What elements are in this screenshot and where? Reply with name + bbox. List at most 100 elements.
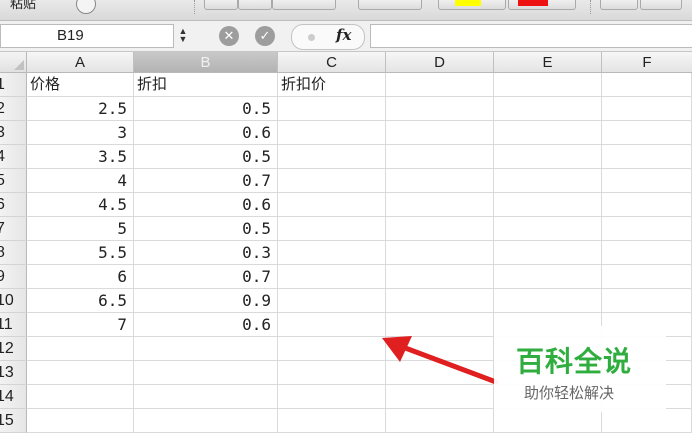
cell-a12[interactable] — [27, 337, 134, 361]
cell-a3[interactable]: 3 — [27, 121, 134, 145]
cell-a14[interactable] — [27, 385, 134, 409]
row-header[interactable]: 13 — [0, 361, 27, 385]
cell-e8[interactable] — [494, 241, 602, 265]
cell-d1[interactable] — [386, 73, 494, 97]
cell-b8[interactable]: 0.3 — [134, 241, 278, 265]
cell-c10[interactable] — [278, 289, 386, 313]
cell-b2[interactable]: 0.5 — [134, 97, 278, 121]
cell-c9[interactable] — [278, 265, 386, 289]
cell-a11[interactable]: 7 — [27, 313, 134, 337]
cell-b14[interactable] — [134, 385, 278, 409]
cell-c1[interactable]: 折扣价 — [278, 73, 386, 97]
cell-f8[interactable] — [602, 241, 692, 265]
cell-d3[interactable] — [386, 121, 494, 145]
cell-b12[interactable] — [134, 337, 278, 361]
cell-a7[interactable]: 5 — [27, 217, 134, 241]
cell-a2[interactable]: 2.5 — [27, 97, 134, 121]
cell-e6[interactable] — [494, 193, 602, 217]
cell-c14[interactable] — [278, 385, 386, 409]
select-all-corner[interactable] — [0, 52, 27, 73]
row-header[interactable]: 9 — [0, 265, 27, 289]
row-header[interactable]: 3 — [0, 121, 27, 145]
cell-b6[interactable]: 0.6 — [134, 193, 278, 217]
cell-f2[interactable] — [602, 97, 692, 121]
cell-c3[interactable] — [278, 121, 386, 145]
row-header[interactable]: 10 — [0, 289, 27, 313]
cell-b11[interactable]: 0.6 — [134, 313, 278, 337]
cell-a5[interactable]: 4 — [27, 169, 134, 193]
column-header-c[interactable]: C — [278, 52, 386, 73]
cell-e5[interactable] — [494, 169, 602, 193]
cell-b4[interactable]: 0.5 — [134, 145, 278, 169]
cell-b1[interactable]: 折扣 — [134, 73, 278, 97]
cell-e10[interactable] — [494, 289, 602, 313]
cell-d4[interactable] — [386, 145, 494, 169]
row-header[interactable]: 12 — [0, 337, 27, 361]
cell-c2[interactable] — [278, 97, 386, 121]
cell-f15[interactable] — [602, 409, 692, 433]
stepper-icon[interactable]: ▲ ▼ — [178, 27, 188, 45]
cell-d9[interactable] — [386, 265, 494, 289]
cell-a1[interactable]: 价格 — [27, 73, 134, 97]
underline-button[interactable] — [272, 0, 336, 10]
cell-f6[interactable] — [602, 193, 692, 217]
row-header[interactable]: 4 — [0, 145, 27, 169]
cell-a13[interactable] — [27, 361, 134, 385]
cell-f3[interactable] — [602, 121, 692, 145]
cell-c4[interactable] — [278, 145, 386, 169]
checkmark-icon[interactable]: ✓ — [255, 26, 275, 46]
cell-d10[interactable] — [386, 289, 494, 313]
row-header[interactable]: 7 — [0, 217, 27, 241]
cell-f4[interactable] — [602, 145, 692, 169]
column-header-d[interactable]: D — [386, 52, 494, 73]
cell-b5[interactable]: 0.7 — [134, 169, 278, 193]
row-header[interactable]: 6 — [0, 193, 27, 217]
cell-a9[interactable]: 6 — [27, 265, 134, 289]
border-button[interactable] — [358, 0, 422, 10]
cell-c11[interactable] — [278, 313, 386, 337]
cell-f9[interactable] — [602, 265, 692, 289]
row-header[interactable]: 15 — [0, 409, 27, 433]
column-header-a[interactable]: A — [27, 52, 134, 73]
cell-c12[interactable] — [278, 337, 386, 361]
cell-d7[interactable] — [386, 217, 494, 241]
cell-f7[interactable] — [602, 217, 692, 241]
cell-f1[interactable] — [602, 73, 692, 97]
cell-e7[interactable] — [494, 217, 602, 241]
cell-b3[interactable]: 0.6 — [134, 121, 278, 145]
align-left-button[interactable] — [600, 0, 638, 10]
row-header[interactable]: 11 — [0, 313, 27, 337]
align-center-button[interactable] — [640, 0, 682, 10]
cell-e15[interactable] — [494, 409, 602, 433]
paste-button-label[interactable]: 粘贴 — [10, 0, 36, 12]
cell-e9[interactable] — [494, 265, 602, 289]
cell-d15[interactable] — [386, 409, 494, 433]
formula-input[interactable] — [370, 24, 692, 48]
cell-e4[interactable] — [494, 145, 602, 169]
cell-b15[interactable] — [134, 409, 278, 433]
row-header[interactable]: 2 — [0, 97, 27, 121]
cell-d6[interactable] — [386, 193, 494, 217]
cell-c7[interactable] — [278, 217, 386, 241]
cell-d8[interactable] — [386, 241, 494, 265]
cell-b9[interactable]: 0.7 — [134, 265, 278, 289]
cell-b13[interactable] — [134, 361, 278, 385]
cell-c6[interactable] — [278, 193, 386, 217]
cell-f5[interactable] — [602, 169, 692, 193]
cell-a10[interactable]: 6.5 — [27, 289, 134, 313]
row-header[interactable]: 1 — [0, 73, 27, 97]
cell-a6[interactable]: 4.5 — [27, 193, 134, 217]
column-header-e[interactable]: E — [494, 52, 602, 73]
cell-b7[interactable]: 0.5 — [134, 217, 278, 241]
cell-c15[interactable] — [278, 409, 386, 433]
row-header[interactable]: 14 — [0, 385, 27, 409]
cancel-icon[interactable]: ✕ — [219, 26, 239, 46]
cell-d2[interactable] — [386, 97, 494, 121]
cell-e1[interactable] — [494, 73, 602, 97]
name-box[interactable]: B19 — [0, 24, 174, 48]
format-painter-icon[interactable] — [76, 0, 96, 14]
cell-e2[interactable] — [494, 97, 602, 121]
bold-button[interactable] — [204, 0, 238, 10]
column-header-b[interactable]: B — [134, 52, 278, 73]
cell-a4[interactable]: 3.5 — [27, 145, 134, 169]
